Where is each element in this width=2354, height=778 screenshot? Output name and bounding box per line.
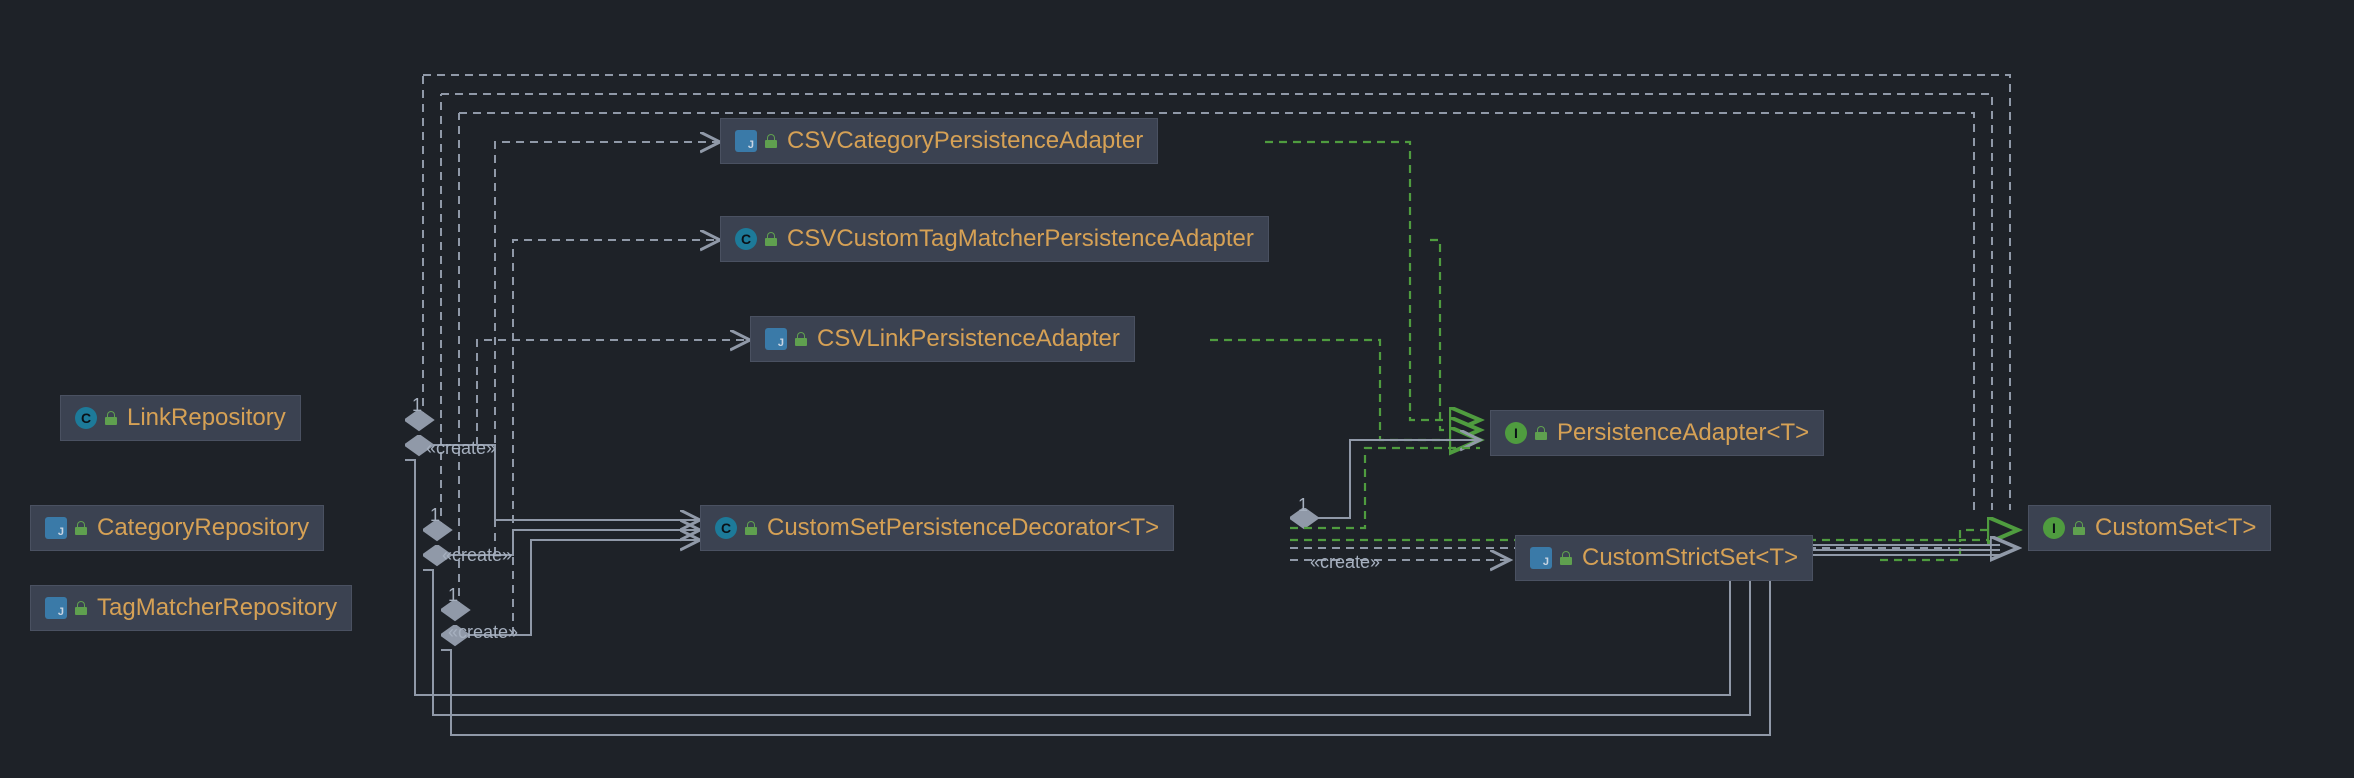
- node-label: LinkRepository: [127, 404, 286, 432]
- generic-type: <T>: [1116, 514, 1159, 542]
- lock-icon: [765, 232, 777, 246]
- java-icon: [1530, 547, 1552, 569]
- node-label: CSVCategoryPersistenceAdapter: [787, 127, 1143, 155]
- create-label: «create»: [426, 438, 496, 459]
- create-label: «create»: [448, 622, 518, 643]
- class-icon: C: [75, 407, 97, 429]
- multiplicity-label: 1: [412, 395, 422, 416]
- lock-icon: [765, 134, 777, 148]
- generic-type: <T>: [1766, 419, 1809, 447]
- node-label: CSVLinkPersistenceAdapter: [817, 325, 1120, 353]
- lock-icon: [795, 332, 807, 346]
- node-link-repository[interactable]: C LinkRepository: [60, 395, 301, 441]
- create-label: «create»: [442, 545, 512, 566]
- generic-type: <T>: [2214, 514, 2257, 542]
- diagram-edges: [0, 0, 2354, 778]
- node-custom-strict-set[interactable]: CustomStrictSet<T>: [1515, 535, 1813, 581]
- generic-type: <T>: [1755, 544, 1798, 572]
- lock-icon: [1535, 426, 1547, 440]
- node-persistence-adapter[interactable]: I PersistenceAdapter<T>: [1490, 410, 1824, 456]
- lock-icon: [75, 601, 87, 615]
- lock-icon: [105, 411, 117, 425]
- class-icon: C: [735, 228, 757, 250]
- node-label: PersistenceAdapter: [1557, 419, 1766, 447]
- java-icon: [735, 130, 757, 152]
- multiplicity-label: 1: [448, 585, 458, 606]
- node-csv-link-adapter[interactable]: CSVLinkPersistenceAdapter: [750, 316, 1135, 362]
- node-label: CustomSet: [2095, 514, 2214, 542]
- node-label: TagMatcherRepository: [97, 594, 337, 622]
- lock-icon: [75, 521, 87, 535]
- node-label: CSVCustomTagMatcherPersistenceAdapter: [787, 225, 1254, 253]
- lock-icon: [1560, 551, 1572, 565]
- node-label: CustomSetPersistenceDecorator: [767, 514, 1116, 542]
- lock-icon: [2073, 521, 2085, 535]
- node-tagmatcher-repository[interactable]: TagMatcherRepository: [30, 585, 352, 631]
- node-category-repository[interactable]: CategoryRepository: [30, 505, 324, 551]
- node-custom-set-persistence-decorator[interactable]: C CustomSetPersistenceDecorator<T>: [700, 505, 1174, 551]
- class-icon: C: [715, 517, 737, 539]
- multiplicity-label: 1: [1298, 495, 1308, 516]
- interface-icon: I: [2043, 517, 2065, 539]
- node-csv-custom-tagmatcher-adapter[interactable]: C CSVCustomTagMatcherPersistenceAdapter: [720, 216, 1269, 262]
- java-icon: [45, 517, 67, 539]
- node-label: CategoryRepository: [97, 514, 309, 542]
- java-icon: [45, 597, 67, 619]
- create-label: «create»: [1310, 552, 1380, 573]
- node-csv-category-adapter[interactable]: CSVCategoryPersistenceAdapter: [720, 118, 1158, 164]
- lock-icon: [745, 521, 757, 535]
- java-icon: [765, 328, 787, 350]
- interface-icon: I: [1505, 422, 1527, 444]
- node-label: CustomStrictSet: [1582, 544, 1755, 572]
- multiplicity-label: 1: [430, 505, 440, 526]
- node-custom-set[interactable]: I CustomSet<T>: [2028, 505, 2271, 551]
